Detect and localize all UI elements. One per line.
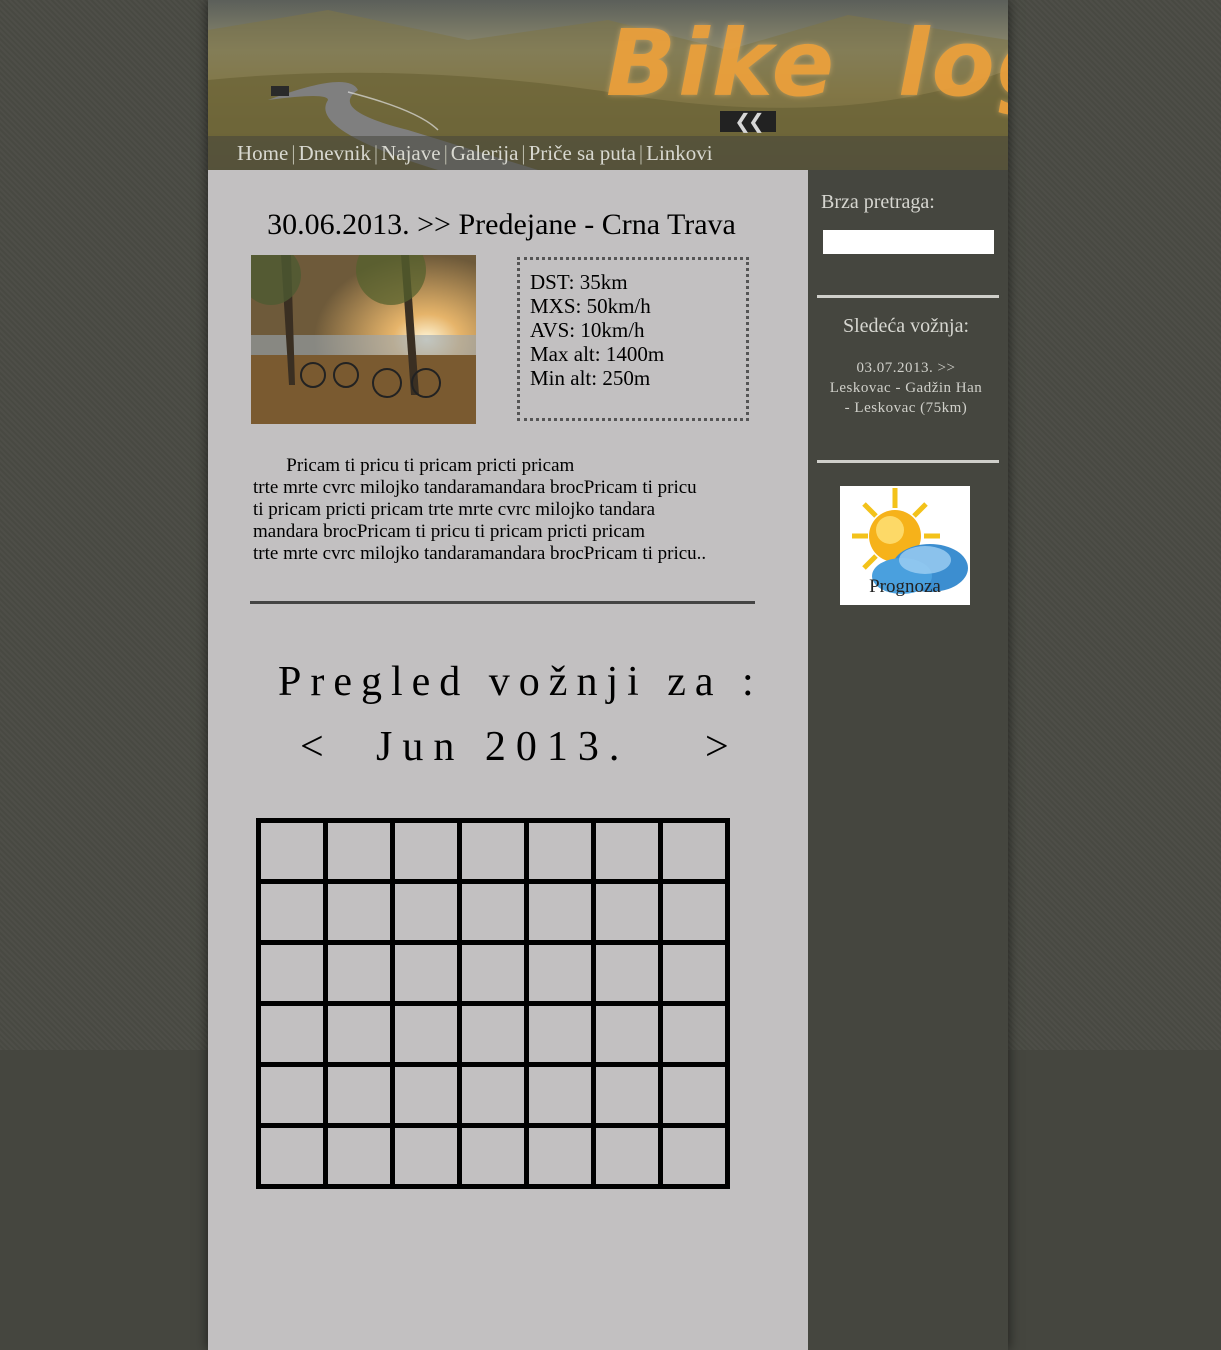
site-header: Bike log ❮❮ Home|Dnevnik|Najave|Galerija… [208, 0, 1008, 170]
calendar-day-cell[interactable] [658, 1123, 730, 1189]
calendar-day-cell[interactable] [524, 940, 596, 1006]
nav-home[interactable]: Home [237, 141, 288, 165]
calendar-day-cell[interactable] [524, 879, 596, 945]
nav-galerija[interactable]: Galerija [451, 141, 519, 165]
calendar-day-cell[interactable] [658, 818, 730, 884]
site-logo[interactable]: Bike log [606, 10, 1008, 117]
calendar-day-cell[interactable] [390, 1062, 462, 1128]
stat-distance: DST: 35km [530, 270, 628, 294]
calendar-day-cell[interactable] [524, 818, 596, 884]
calendar-day-cell[interactable] [591, 1001, 663, 1067]
main-nav: Home | Dnevnik | Najave | Galerija | Priče sa pu… [208, 136, 1008, 170]
calendar-day-cell[interactable] [256, 1062, 328, 1128]
calendar-week-row [256, 818, 730, 884]
calendar-day-cell[interactable] [256, 879, 328, 945]
calendar-day-cell[interactable] [591, 879, 663, 945]
nav-separator: | [521, 141, 526, 165]
nav-dnevnik[interactable]: Dnevnik [299, 141, 371, 165]
calendar-day-cell[interactable] [323, 1001, 395, 1067]
content-divider [250, 601, 755, 604]
page-container: Bike log ❮❮ Home|Dnevnik|Najave|Galerija… [208, 0, 1008, 1350]
stat-min-altitude: Min alt: 250m [530, 366, 651, 390]
calendar-day-cell[interactable] [323, 1062, 395, 1128]
calendar-day-cell[interactable] [591, 1123, 663, 1189]
month-selector: < Jun 2013. > [300, 723, 740, 775]
calendar-day-cell[interactable] [256, 1123, 328, 1189]
stat-max-altitude: Max alt: 1400m [530, 342, 665, 366]
next-ride-title: Sledeća vožnja: [842, 315, 970, 337]
sidebar: Brza pretraga: Sledeća vožnja: 03.07.201… [808, 170, 1008, 1350]
calendar-day-cell[interactable] [323, 879, 395, 945]
nav-separator: | [443, 141, 448, 165]
calendar-day-cell[interactable] [256, 1001, 328, 1067]
current-month-label: Jun 2013. [376, 724, 630, 770]
calendar-week-row [256, 1062, 730, 1128]
calendar-day-cell[interactable] [390, 879, 462, 945]
nav-linkovi[interactable]: Linkovi [646, 141, 713, 165]
calendar-day-cell[interactable] [658, 940, 730, 1006]
nav-najave[interactable]: Najave [381, 141, 440, 165]
main-content: 30.06.2013. >> Predejane - Crna Trava DS… [208, 170, 808, 1350]
calendar-day-cell[interactable] [457, 1123, 529, 1189]
calendar-day-cell[interactable] [323, 940, 395, 1006]
ride-stats-box: DST: 35km MXS: 50km/h AVS: 10km/h Max al… [517, 257, 749, 421]
calendar-day-cell[interactable] [591, 1062, 663, 1128]
calendar-day-cell[interactable] [658, 879, 730, 945]
calendar-week-row [256, 1001, 730, 1067]
calendar-day-cell[interactable] [457, 818, 529, 884]
search-input[interactable] [823, 230, 994, 254]
calendar-day-cell[interactable] [256, 940, 328, 1006]
post-text: Pricam ti pricu ti pricam pricti pricam … [253, 455, 707, 564]
calendar-day-cell[interactable] [390, 1123, 462, 1189]
calendar-day-cell[interactable] [256, 818, 328, 884]
post-title[interactable]: 30.06.2013. >> Predejane - Crna Trava [208, 208, 795, 242]
next-ride-link[interactable]: 03.07.2013. >> Leskovac - Gadžin Han - L… [828, 358, 984, 418]
review-title: Pregled vožnji za : [278, 659, 763, 705]
ride-calendar [256, 818, 730, 1189]
calendar-day-cell[interactable] [524, 1062, 596, 1128]
calendar-day-cell[interactable] [390, 818, 462, 884]
calendar-day-cell[interactable] [524, 1123, 596, 1189]
post-photo[interactable] [251, 255, 476, 424]
calendar-week-row [256, 1123, 730, 1189]
nav-separator: | [373, 141, 379, 165]
weather-widget[interactable]: Prognoza [840, 486, 970, 605]
stat-avg-speed: AVS: 10km/h [530, 318, 645, 342]
bikes-photo-image [251, 255, 476, 424]
calendar-day-cell[interactable] [524, 1001, 596, 1067]
weather-label: Prognoza [869, 576, 941, 597]
calendar-day-cell[interactable] [457, 940, 529, 1006]
next-month-button[interactable]: > [705, 723, 739, 771]
sidebar-divider [817, 460, 999, 463]
nav-separator: | [291, 141, 296, 165]
search-label: Brza pretraga: [821, 191, 935, 213]
calendar-day-cell[interactable] [457, 879, 529, 945]
calendar-day-cell[interactable] [390, 940, 462, 1006]
calendar-day-cell[interactable] [457, 1001, 529, 1067]
stat-max-speed: MXS: 50km/h [530, 294, 651, 318]
nav-separator: | [638, 141, 644, 165]
calendar-day-cell[interactable] [591, 940, 663, 1006]
nav-price-sa-puta[interactable]: Priče sa puta [529, 141, 636, 165]
calendar-week-row [256, 879, 730, 945]
calendar-week-row [256, 940, 730, 1006]
calendar-day-cell[interactable] [658, 1001, 730, 1067]
prev-month-button[interactable]: < [300, 723, 334, 771]
calendar-day-cell[interactable] [323, 1123, 395, 1189]
calendar-day-cell[interactable] [658, 1062, 730, 1128]
calendar-day-cell[interactable] [390, 1001, 462, 1067]
back-chevrons-icon[interactable]: ❮❮ [720, 111, 776, 132]
calendar-day-cell[interactable] [591, 818, 663, 884]
calendar-day-cell[interactable] [323, 818, 395, 884]
calendar-day-cell[interactable] [457, 1062, 529, 1128]
sidebar-divider [817, 295, 999, 298]
